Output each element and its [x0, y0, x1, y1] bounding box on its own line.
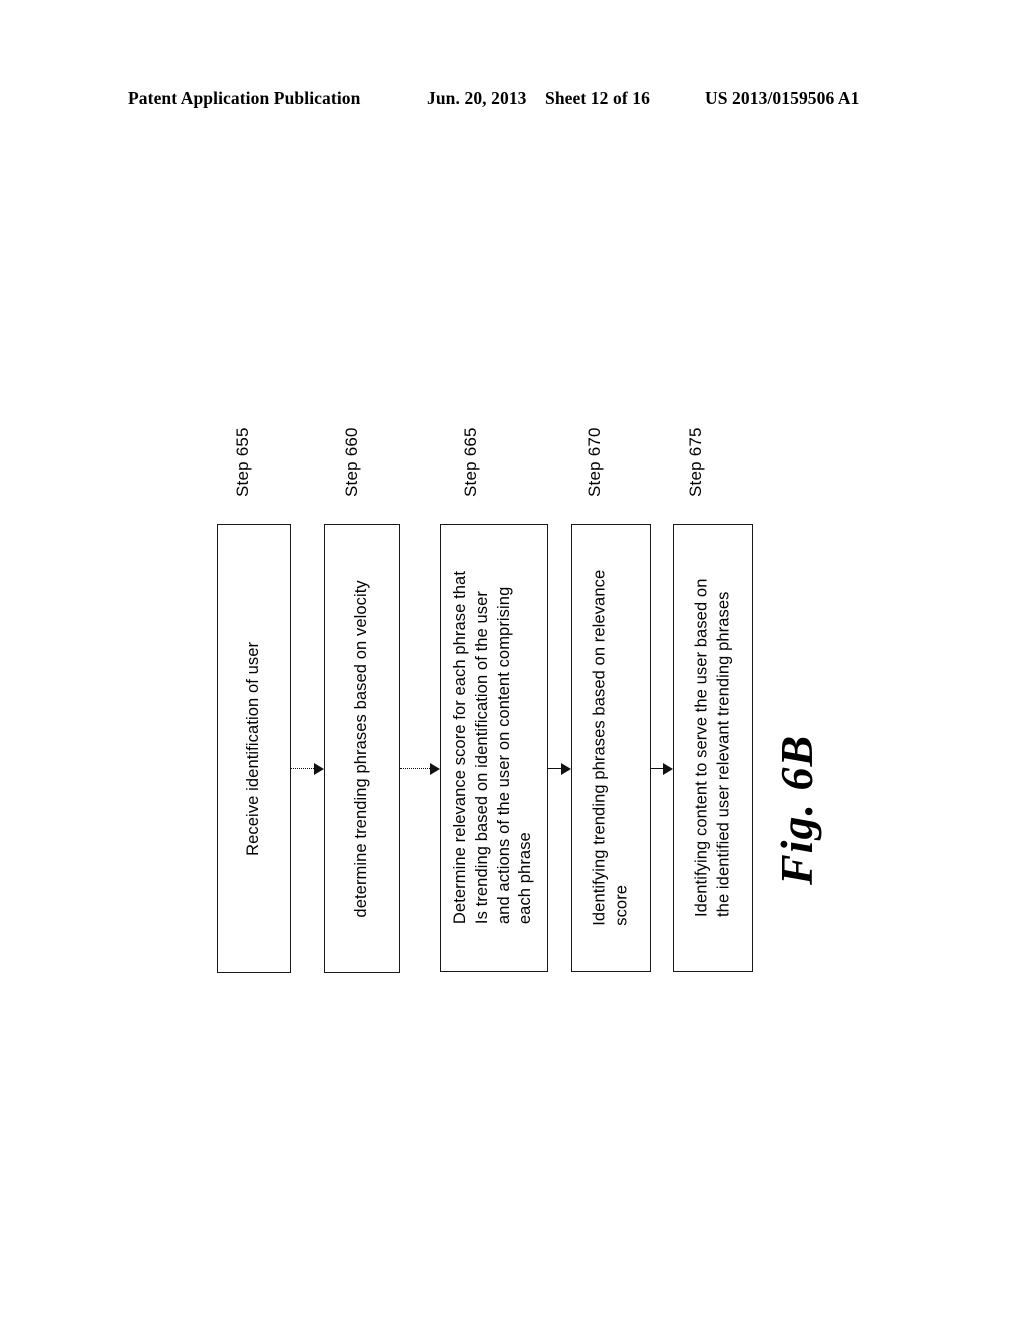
flow-step-box-670: Identifying trending phrases based on re…: [571, 524, 651, 972]
flow-step-text-wrapper-675: Identifying content to serve the user ba…: [674, 525, 752, 971]
flow-step-text-wrapper-655: Receive identification of user: [218, 525, 290, 972]
flow-step-text-675: Identifying content to serve the user ba…: [692, 578, 733, 918]
arrowhead-icon: [314, 763, 324, 775]
flow-step-text-665: Determine relevance score for each phras…: [451, 571, 535, 925]
flow-step-box-660: determine trending phrases based on velo…: [324, 524, 400, 973]
flow-step-text-670: Identifying trending phrases based on re…: [590, 569, 630, 927]
flow-step-text-655: Receive identification of user: [244, 641, 263, 856]
flow-step-text-wrapper-670: Identifying trending phrases based on re…: [572, 525, 650, 971]
connector-line: [548, 768, 561, 769]
flow-step-text-wrapper-660: determine trending phrases based on velo…: [325, 525, 399, 972]
flow-connector-670-675: [651, 762, 673, 776]
flowchart-figure: Step 655 Step 660 Step 665 Step 670 Step…: [0, 0, 1024, 1320]
flow-step-text-wrapper-665: Determine relevance score for each phras…: [441, 525, 547, 971]
arrowhead-icon: [430, 763, 440, 775]
flow-connector-665-670: [548, 762, 571, 776]
flow-step-box-665: Determine relevance score for each phras…: [440, 524, 548, 972]
arrowhead-icon: [561, 763, 571, 775]
step-ref-label-660: Step 660: [342, 427, 361, 497]
connector-line: [651, 768, 663, 769]
step-ref-label-675: Step 675: [686, 427, 705, 497]
flow-step-text-660: determine trending phrases based on velo…: [352, 579, 371, 918]
connector-line: [400, 768, 430, 769]
step-ref-label-665: Step 665: [461, 427, 480, 497]
arrowhead-icon: [663, 763, 673, 775]
figure-caption: Fig. 6B: [771, 734, 822, 885]
flow-connector-655-660: [291, 762, 324, 776]
step-ref-label-670: Step 670: [585, 427, 604, 497]
flow-step-box-675: Identifying content to serve the user ba…: [673, 524, 753, 972]
flow-step-box-655: Receive identification of user: [217, 524, 291, 973]
flow-connector-660-665: [400, 762, 440, 776]
connector-line: [291, 768, 314, 769]
step-ref-label-655: Step 655: [233, 427, 252, 497]
